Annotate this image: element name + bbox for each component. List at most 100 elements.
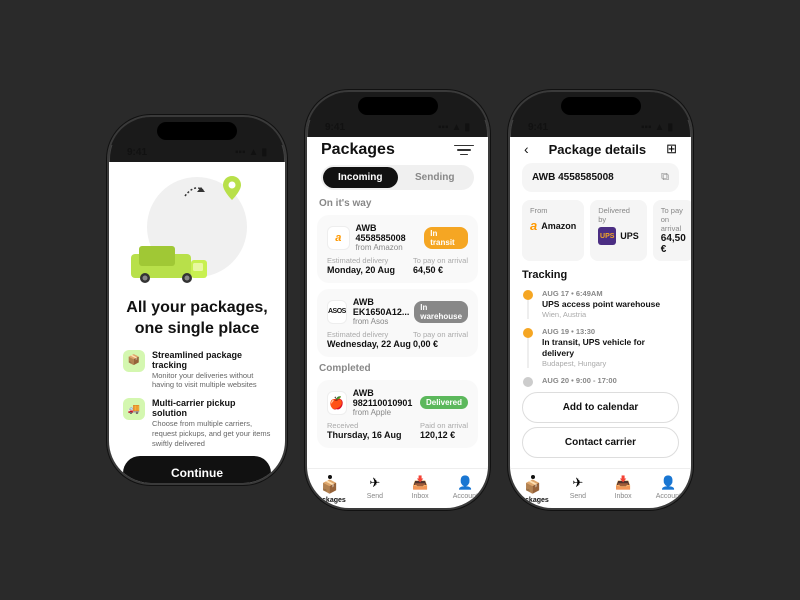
est-lbl-2: Estimated delivery xyxy=(327,330,411,339)
copy-icon[interactable]: ⧉ xyxy=(661,171,669,184)
detail-title: Package details xyxy=(549,142,647,157)
status-icons-3: ▪▪▪ ▲ ▮ xyxy=(641,122,673,133)
filter-line-1 xyxy=(454,145,474,147)
nav-send-2[interactable]: ✈ Send xyxy=(352,475,397,504)
est-val-2: Wednesday, 22 Aug xyxy=(327,339,411,349)
pkg-info-1: AWB 4558585008 from Amazon xyxy=(356,223,425,252)
qr-icon[interactable]: ⊞ xyxy=(666,141,677,157)
pkg-card-left-3: 🍎 AWB 982110010901 from Apple xyxy=(327,388,420,417)
est-lbl-1: Estimated delivery xyxy=(327,256,395,265)
track-date-2: AUG 19 • 13:30 xyxy=(542,327,679,336)
amazon-logo: a xyxy=(327,226,350,250)
account-nav-icon-3: 👤 xyxy=(660,475,676,491)
tab-sending[interactable]: Sending xyxy=(398,167,473,188)
detail-header: ‹ Package details ⊞ xyxy=(510,137,691,163)
nav-lbl-packages-3: Packages xyxy=(516,497,548,504)
est-delivery-1: Estimated delivery Monday, 20 Aug xyxy=(327,256,395,275)
status-bar-1: 9:41 ▪▪▪ ▲ ▮ xyxy=(109,145,285,162)
awb-number: AWB 4558585008 xyxy=(532,172,614,183)
packages-content: On it's way a AWB 4558585008 from Amazon xyxy=(307,198,488,468)
from-name: Amazon xyxy=(541,221,576,231)
track-desc-2: In transit, UPS vehicle for delivery xyxy=(542,337,679,359)
package-card-1[interactable]: a AWB 4558585008 from Amazon In transit … xyxy=(317,215,478,283)
recv-lbl-3: Received xyxy=(327,421,402,430)
feature-item-tracking: 📦 Streamlined package tracking Monitor y… xyxy=(123,350,271,391)
amazon-a-detail: a xyxy=(530,218,537,233)
carrier-val: UPS UPS xyxy=(598,227,639,245)
amazon-a-icon: a xyxy=(335,232,341,244)
time-2: 9:41 xyxy=(325,122,345,133)
send-nav-icon-3: ✈ xyxy=(572,475,583,491)
pickup-feature-icon: 🚚 xyxy=(123,398,145,420)
pkg-awb-1: AWB 4558585008 xyxy=(356,223,425,243)
carrier-row: From a Amazon Delivered by UPS UPS xyxy=(522,200,679,261)
track-date-1: AUG 17 • 6:49AM xyxy=(542,289,660,298)
continue-button[interactable]: Continue xyxy=(123,456,271,483)
est-val-1: Monday, 20 Aug xyxy=(327,265,395,275)
pkg-from-1: from Amazon xyxy=(356,243,425,252)
track-loc-2: Budapest, Hungary xyxy=(542,359,679,368)
received-3: Received Thursday, 16 Aug xyxy=(327,421,402,440)
pay-label: To pay on arrival xyxy=(661,206,686,233)
nav-packages-2[interactable]: 📦 Packages xyxy=(307,475,352,504)
nav-packages-3[interactable]: 📦 Packages xyxy=(510,475,555,504)
pkg-from-2: from Asos xyxy=(353,317,414,326)
track-dot-1 xyxy=(523,290,533,300)
track-event-3: AUG 20 • 9:00 - 17:00 Estimated courier … xyxy=(522,376,679,388)
nav-lbl-inbox-3: Inbox xyxy=(615,493,632,500)
pkg-from-3: from Apple xyxy=(353,408,420,417)
apple-logo: 🍎 xyxy=(327,391,347,415)
pkg-card-header-2: ASOS AWB EK1650A12... from Asos In wareh… xyxy=(327,297,468,326)
action-buttons: Add to calendar Contact carrier xyxy=(510,388,691,468)
est-delivery-2: Estimated delivery Wednesday, 22 Aug xyxy=(327,330,411,349)
track-desc-1: UPS access point warehouse xyxy=(542,299,660,310)
dynamic-island-1 xyxy=(157,122,237,140)
back-button[interactable]: ‹ xyxy=(524,141,529,157)
track-line-col-1 xyxy=(522,289,534,319)
signal-icon-2: ▪▪▪ xyxy=(438,122,449,133)
awb-box: AWB 4558585008 ⧉ xyxy=(522,163,679,192)
recv-val-3: Thursday, 16 Aug xyxy=(327,430,402,440)
nav-send-3[interactable]: ✈ Send xyxy=(555,475,600,504)
carrier-name: UPS xyxy=(620,231,639,241)
pin-icon xyxy=(223,176,241,200)
package-card-3[interactable]: 🍎 AWB 982110010901 from Apple Delivered … xyxy=(317,380,478,448)
pay-val-1: 64,50 € xyxy=(413,265,468,275)
packages-title: Packages xyxy=(321,141,395,159)
contact-carrier-button[interactable]: Contact carrier xyxy=(522,427,679,458)
onboarding-screen: All your packages, one single place 📦 St… xyxy=(109,162,285,483)
track-dot-2 xyxy=(523,328,533,338)
battery-icon-3: ▮ xyxy=(667,122,673,133)
pay-arrival-1: To pay on arrival 64,50 € xyxy=(413,256,468,275)
status-badge-3: Delivered xyxy=(420,396,468,409)
filter-icon[interactable] xyxy=(454,142,474,158)
from-box: From a Amazon xyxy=(522,200,584,261)
track-event-1: AUG 17 • 6:49AM UPS access point warehou… xyxy=(522,289,679,319)
feature-text-pickup: Multi-carrier pickup solution Choose fro… xyxy=(152,398,271,448)
packages-screen: Packages Incoming Sending On it's way xyxy=(307,137,488,508)
pkg-awb-2: AWB EK1650A12... xyxy=(353,297,414,317)
nav-account-3[interactable]: 👤 Account xyxy=(646,475,691,504)
account-nav-icon: 👤 xyxy=(457,475,473,491)
tab-row: Incoming Sending xyxy=(321,165,474,190)
nav-account-2[interactable]: 👤 Account xyxy=(443,475,488,504)
nav-inbox-2[interactable]: 📥 Inbox xyxy=(398,475,443,504)
phone-packages: 9:41 ▪▪▪ ▲ ▮ Packages Incoming Sending O… xyxy=(305,90,490,510)
ups-badge: UPS xyxy=(598,227,616,245)
nav-inbox-3[interactable]: 📥 Inbox xyxy=(601,475,646,504)
pkg-info-3: AWB 982110010901 from Apple xyxy=(353,388,420,417)
nav-lbl-inbox: Inbox xyxy=(412,493,429,500)
pkg-info-2: AWB EK1650A12... from Asos xyxy=(353,297,414,326)
status-badge-1: In transit xyxy=(424,227,468,249)
nav-lbl-packages: Packages xyxy=(313,497,345,504)
feat-title-pickup: Multi-carrier pickup solution xyxy=(152,398,271,418)
pkg-awb-3: AWB 982110010901 xyxy=(353,388,420,408)
tab-incoming[interactable]: Incoming xyxy=(323,167,398,188)
nav-lbl-send-3: Send xyxy=(570,493,586,500)
package-card-2[interactable]: ASOS AWB EK1650A12... from Asos In wareh… xyxy=(317,289,478,357)
add-to-calendar-button[interactable]: Add to calendar xyxy=(522,392,679,423)
track-line-col-3 xyxy=(522,376,534,388)
apple-icon: 🍎 xyxy=(329,396,344,410)
pay-val-2: 0,00 € xyxy=(413,339,468,349)
section-completed: Completed xyxy=(317,363,478,374)
